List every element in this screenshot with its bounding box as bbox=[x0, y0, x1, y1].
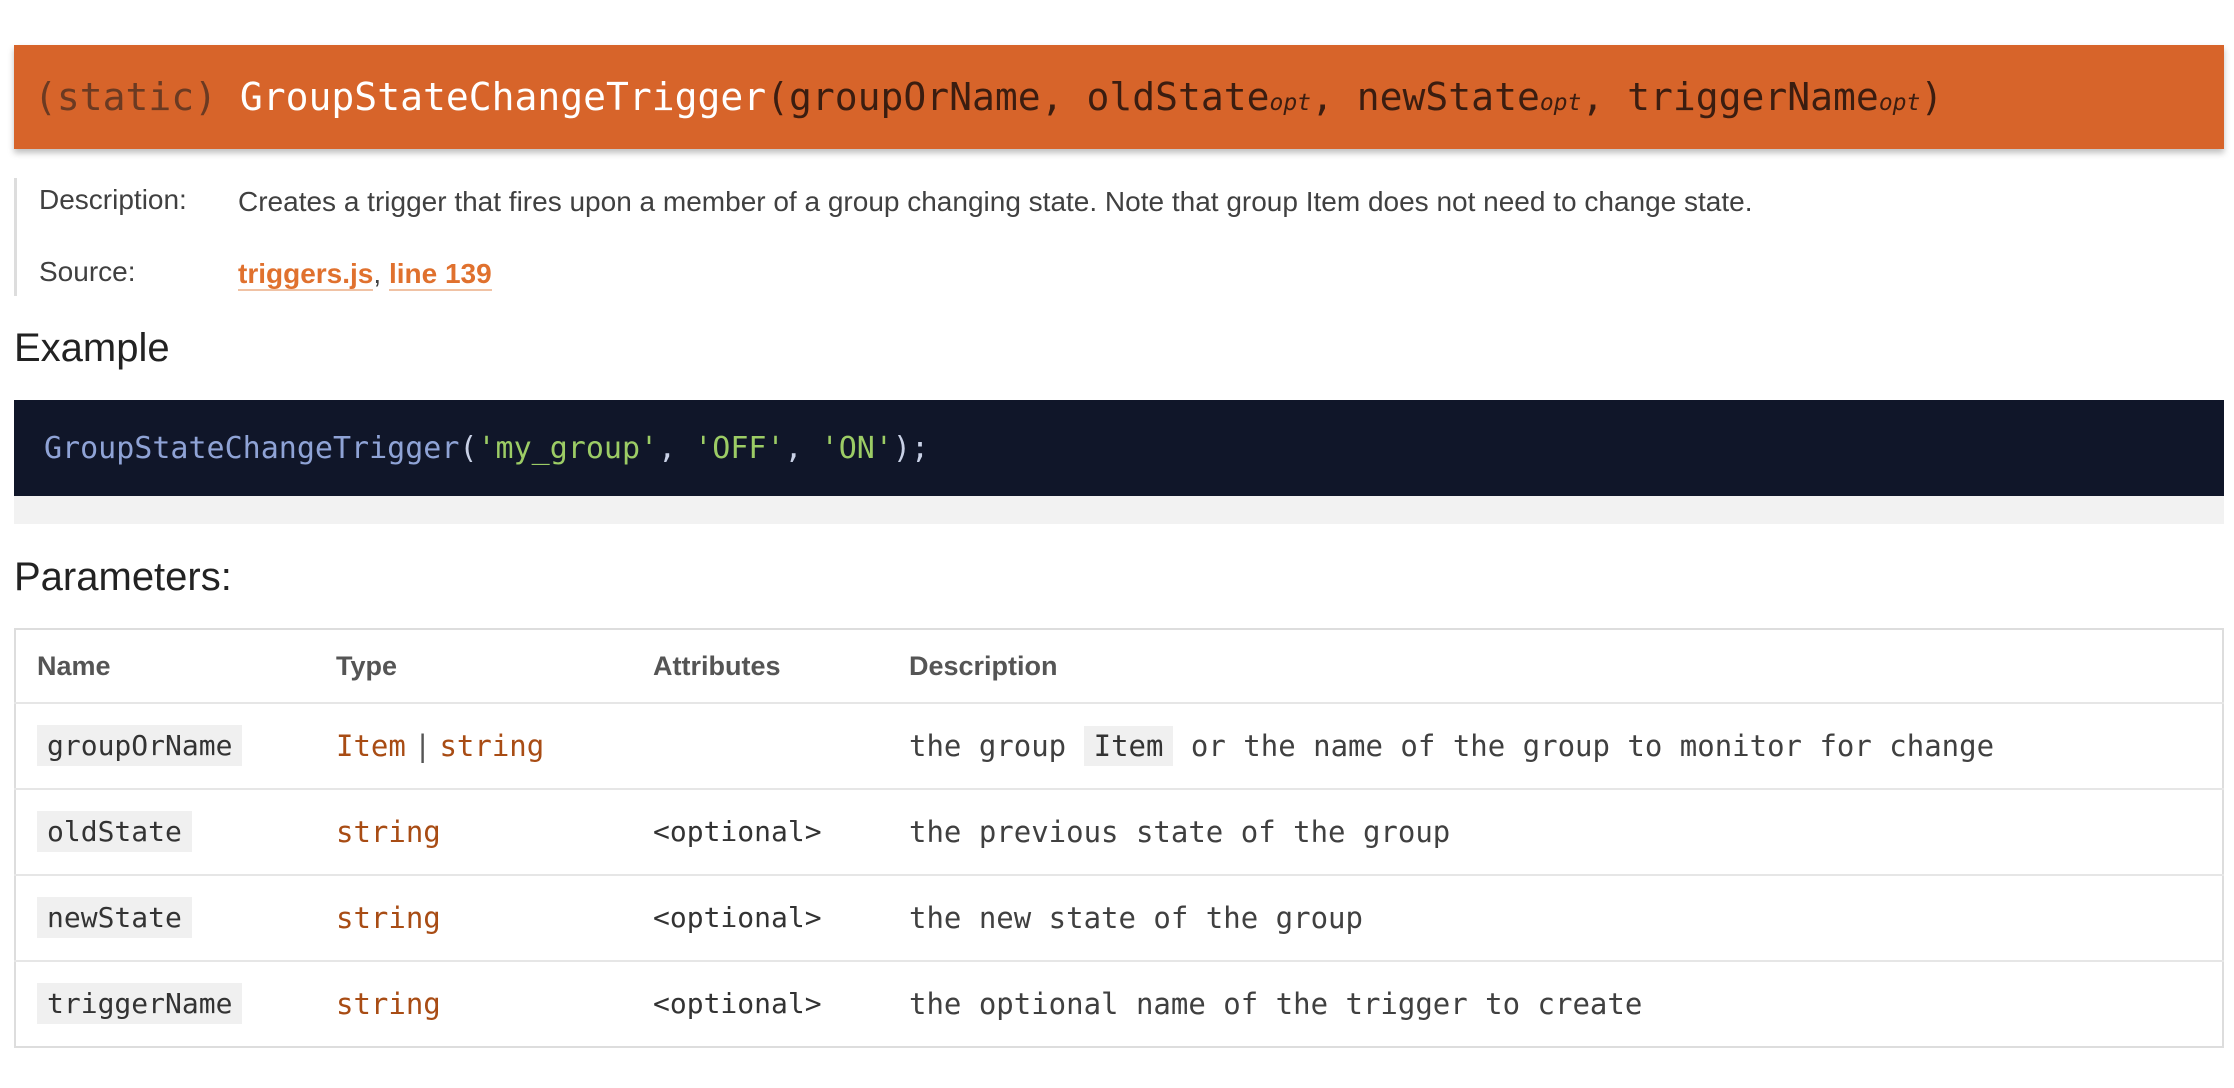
code-string: 'my_group' bbox=[477, 430, 659, 466]
code-string: 'OFF' bbox=[694, 430, 785, 466]
table-row: triggerName string <optional> the option… bbox=[15, 961, 2223, 1047]
param-type: string bbox=[336, 814, 441, 849]
param-type-cell: string bbox=[315, 961, 632, 1047]
optional-marker: opt bbox=[1539, 90, 1582, 116]
param-name: newState bbox=[37, 897, 192, 938]
param-description-cell: the previous state of the group bbox=[888, 789, 2223, 876]
type-separator: | bbox=[413, 728, 432, 763]
param-signature: groupOrName bbox=[789, 75, 1041, 119]
code-line: GroupStateChangeTrigger('my_group', 'OFF… bbox=[14, 400, 2224, 496]
param-signature: newState bbox=[1356, 75, 1540, 119]
param-name: groupOrName bbox=[37, 725, 243, 766]
param-description-cell: the optional name of the trigger to crea… bbox=[909, 987, 1643, 1021]
static-keyword: (static) bbox=[34, 75, 218, 119]
code-function: GroupStateChangeTrigger bbox=[44, 430, 460, 466]
param-attributes-cell bbox=[632, 703, 888, 790]
param-name-cell: groupOrName bbox=[15, 703, 315, 790]
param-attributes: <optional> bbox=[653, 815, 822, 848]
parameters-heading: Parameters: bbox=[14, 555, 232, 599]
table-row: groupOrName Item | string the group Item… bbox=[15, 703, 2223, 790]
column-header-name: Name bbox=[15, 629, 315, 704]
param-type-cell: Item | string bbox=[315, 703, 632, 790]
param-attributes-cell: <optional> bbox=[632, 875, 888, 962]
param-name: triggerName bbox=[37, 983, 243, 1024]
source-line-link[interactable]: line 139 bbox=[388, 258, 492, 291]
column-header-attributes: Attributes bbox=[632, 629, 888, 704]
source-file-link[interactable]: triggers.js bbox=[238, 258, 374, 291]
description-text: Creates a trigger that fires upon a memb… bbox=[238, 186, 1753, 217]
param-signature: triggerName bbox=[1627, 75, 1879, 119]
optional-marker: opt bbox=[1878, 90, 1921, 116]
optional-marker: opt bbox=[1269, 90, 1312, 116]
param-attributes-cell: <optional> bbox=[632, 961, 888, 1047]
param-type: Item bbox=[336, 728, 406, 763]
method-signature-header: (static) GroupStateChangeTrigger(groupOr… bbox=[14, 45, 2224, 149]
param-name-cell: newState bbox=[15, 875, 315, 962]
param-type-cell: string bbox=[315, 875, 632, 962]
column-header-type: Type bbox=[315, 629, 632, 704]
description-label: Description: bbox=[39, 184, 187, 215]
details-block: Description: Creates a trigger that fire… bbox=[14, 178, 1814, 296]
source-label: Source: bbox=[39, 256, 136, 287]
param-attributes: <optional> bbox=[653, 901, 822, 934]
param-name-cell: oldState bbox=[15, 789, 315, 876]
param-description-cell: the group Item or the name of the group … bbox=[888, 703, 2223, 790]
example-code-block: GroupStateChangeTrigger('my_group', 'OFF… bbox=[14, 400, 2224, 524]
param-attributes-cell: <optional> bbox=[632, 789, 888, 876]
table-row: oldState string <optional> the previous … bbox=[15, 789, 2223, 876]
param-type-cell: string bbox=[315, 789, 632, 876]
param-type: string bbox=[336, 986, 441, 1021]
column-header-description: Description bbox=[888, 629, 2223, 704]
function-name: GroupStateChangeTrigger bbox=[239, 75, 767, 119]
param-name: oldState bbox=[37, 811, 192, 852]
source-value: triggers.js, line 139 bbox=[238, 258, 492, 291]
code-string: 'ON' bbox=[820, 430, 893, 466]
inline-code: Item bbox=[1083, 726, 1174, 766]
example-heading: Example bbox=[14, 326, 170, 370]
parameters-table: Name Type Attributes Description groupOr… bbox=[14, 628, 2224, 1048]
param-signature: oldState bbox=[1086, 75, 1270, 119]
param-type: string bbox=[439, 728, 545, 763]
param-attributes: <optional> bbox=[653, 987, 822, 1020]
table-row: newState string <optional> the new state… bbox=[15, 875, 2223, 962]
param-type: string bbox=[336, 900, 441, 935]
param-description-cell: the new state of the group bbox=[888, 875, 2223, 962]
param-name-cell: triggerName bbox=[15, 961, 315, 1047]
table-header-row: Name Type Attributes Description bbox=[15, 629, 2223, 704]
